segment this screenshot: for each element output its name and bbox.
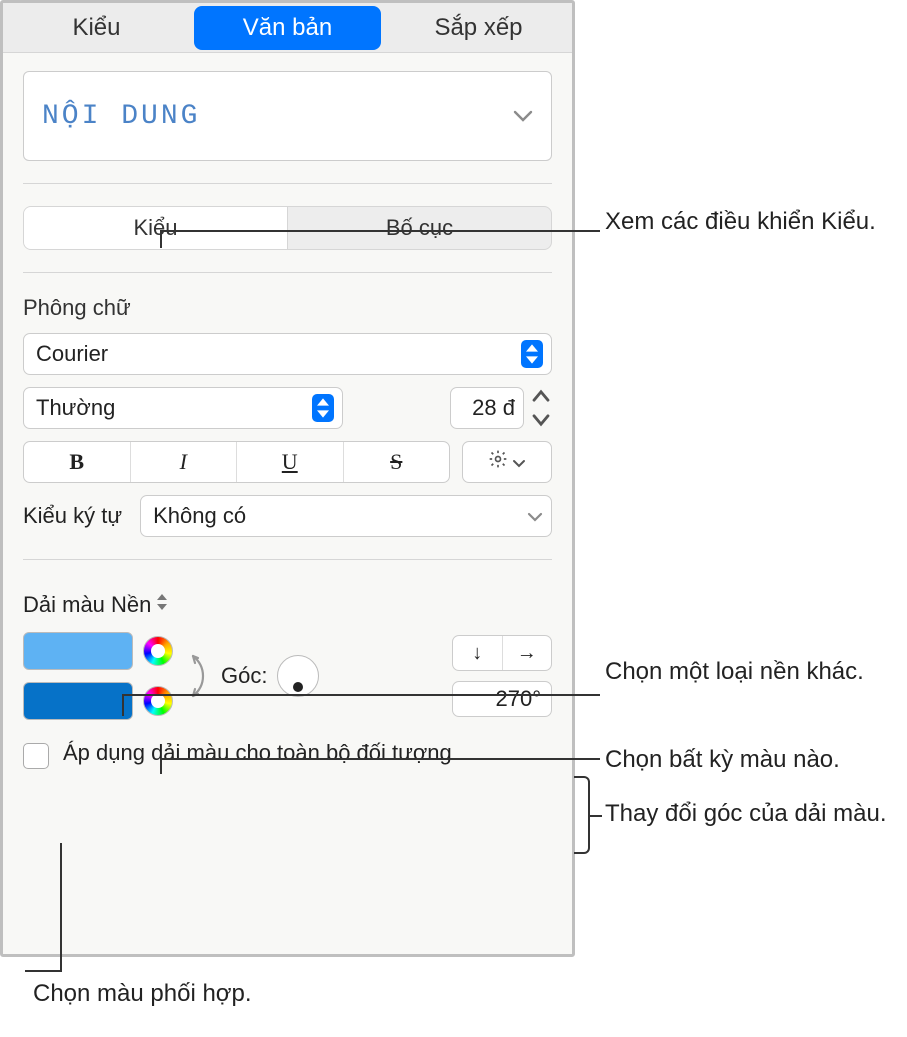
apply-whole-object-label: Áp dụng dải màu cho toàn bộ đối tượng <box>63 740 452 766</box>
paragraph-style-name: NỘI DUNG <box>42 101 200 132</box>
panel-tabbar: Kiểu Văn bản Sắp xếp <box>3 3 572 53</box>
leader-line <box>122 694 124 716</box>
select-indicator-icon <box>312 394 334 422</box>
tab-style[interactable]: Kiểu <box>3 3 190 53</box>
gradient-color-2-well[interactable] <box>23 682 133 720</box>
select-indicator-icon <box>155 592 169 618</box>
apply-whole-object-checkbox[interactable] <box>23 743 49 769</box>
direction-right-button[interactable]: → <box>503 636 552 670</box>
bold-button[interactable]: B <box>24 442 131 482</box>
italic-button[interactable]: I <box>131 442 238 482</box>
angle-field[interactable]: 270° <box>452 681 552 717</box>
character-style-popup[interactable]: Không có <box>140 495 552 537</box>
gradient-color-1-well[interactable] <box>23 632 133 670</box>
leader-line <box>590 815 602 817</box>
callout-style-controls: Xem các điều khiển Kiểu. <box>605 206 876 237</box>
paragraph-style-popup[interactable]: NỘI DUNG <box>23 71 552 161</box>
callout-any-color: Chọn bất kỳ màu nào. <box>605 744 840 775</box>
divider <box>23 559 552 560</box>
leader-line <box>160 758 162 774</box>
leader-line <box>60 843 62 970</box>
advanced-gear-button[interactable] <box>462 441 552 483</box>
text-subtabs: Kiểu Bố cục <box>23 206 552 250</box>
tab-arrange[interactable]: Sắp xếp <box>385 3 572 53</box>
gear-icon <box>488 449 508 475</box>
font-family-popup[interactable]: Courier <box>23 333 552 375</box>
character-style-value: Không có <box>153 503 246 529</box>
swap-colors-button[interactable] <box>177 632 217 720</box>
bracket <box>574 776 590 854</box>
font-weight-value: Thường <box>36 395 115 421</box>
leader-line <box>122 694 600 696</box>
direction-segment: ↓ → <box>452 635 552 671</box>
strikethrough-button[interactable]: S <box>344 442 450 482</box>
character-style-label: Kiểu ký tự <box>23 503 122 529</box>
font-family-value: Courier <box>36 341 108 367</box>
divider <box>23 272 552 273</box>
divider <box>23 183 552 184</box>
subtab-layout[interactable]: Bố cục <box>288 207 551 249</box>
font-weight-popup[interactable]: Thường <box>23 387 343 429</box>
leader-line <box>160 758 600 760</box>
callout-change-angle: Thay đổi góc của dải màu. <box>605 798 887 829</box>
fill-type-popup[interactable]: Dải màu Nền <box>23 592 169 618</box>
underline-button[interactable]: U <box>237 442 344 482</box>
callout-other-fill: Chọn một loại nền khác. <box>605 656 864 687</box>
angle-knob[interactable] <box>277 655 319 697</box>
chevron-down-icon <box>527 503 543 529</box>
leader-line <box>160 230 162 248</box>
leader-line <box>160 230 600 232</box>
subtab-style[interactable]: Kiểu <box>24 207 288 249</box>
angle-label: Góc: <box>221 663 267 689</box>
direction-down-button[interactable]: ↓ <box>453 636 503 670</box>
leader-line <box>25 970 62 972</box>
font-size-field[interactable]: 28 đ <box>450 387 524 429</box>
font-size-stepper[interactable] <box>530 389 552 427</box>
color-picker-2-button[interactable] <box>143 686 173 716</box>
font-section-label: Phông chữ <box>23 295 552 321</box>
tab-text[interactable]: Văn bản <box>194 6 381 50</box>
fill-type-value: Dải màu Nền <box>23 592 151 618</box>
select-indicator-icon <box>521 340 543 368</box>
callout-coord-color: Chọn màu phối hợp. <box>33 978 252 1009</box>
format-panel: Kiểu Văn bản Sắp xếp NỘI DUNG Kiểu Bố cụ… <box>0 0 575 957</box>
text-style-segment: B I U S <box>23 441 450 483</box>
chevron-down-icon <box>513 103 533 129</box>
color-picker-1-button[interactable] <box>143 636 173 666</box>
chevron-down-icon <box>512 449 526 475</box>
